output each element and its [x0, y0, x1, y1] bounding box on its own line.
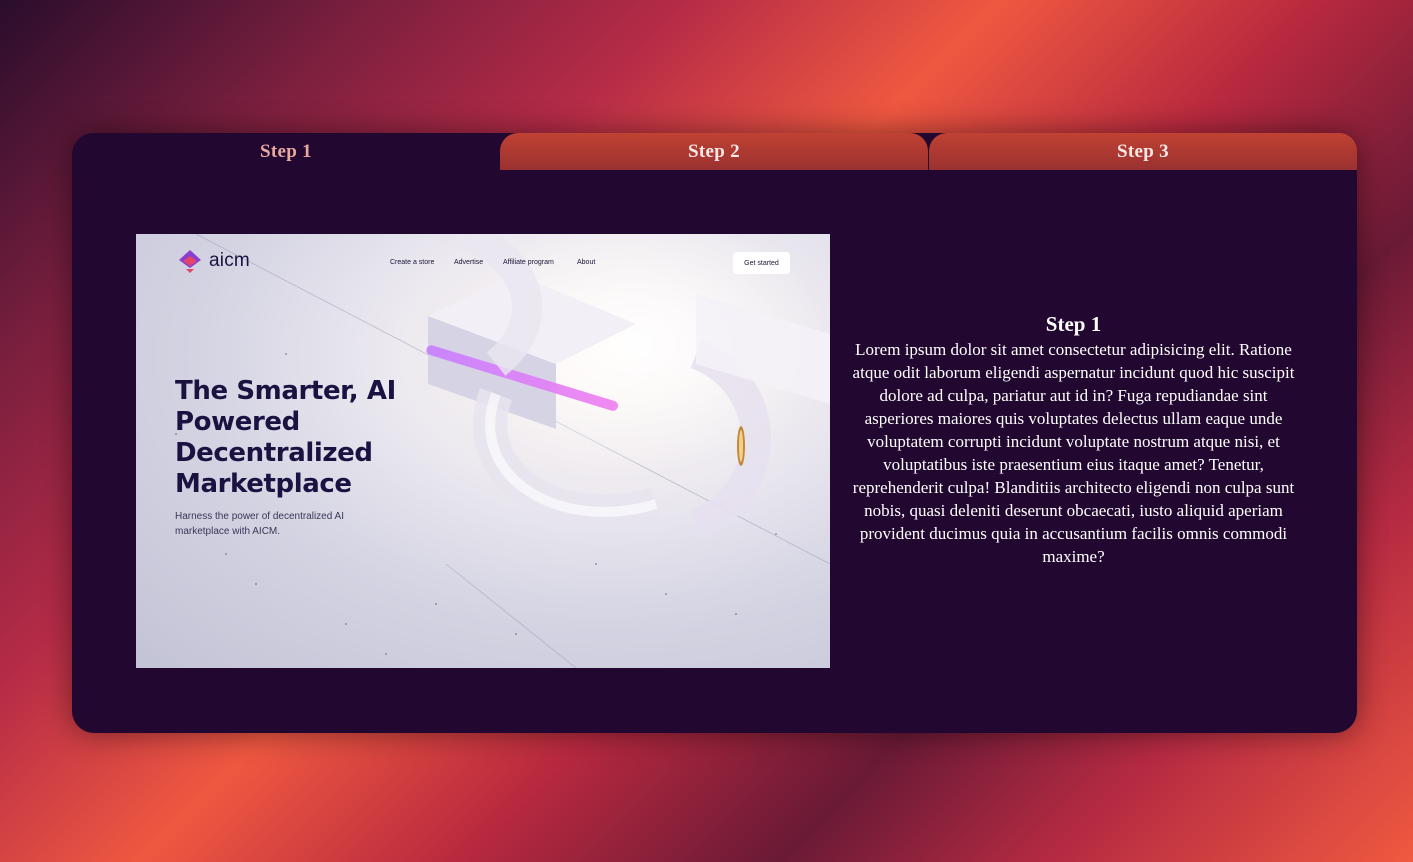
- preview-image: aicm Create a store Advertise Affiliate …: [136, 234, 830, 668]
- preview-logo: aicm: [177, 248, 250, 274]
- tab-bar: Step 1 Step 2 Step 3: [72, 133, 1357, 170]
- step-description: Step 1 Lorem ipsum dolor sit amet consec…: [852, 311, 1295, 568]
- tab-step-1[interactable]: Step 1: [72, 133, 500, 170]
- aicm-logo-icon: [179, 250, 201, 273]
- tab-step-2[interactable]: Step 2: [500, 133, 928, 170]
- step-body: Lorem ipsum dolor sit amet consectetur a…: [852, 340, 1295, 566]
- preview-hero-subtitle: Harness the power of decentralized AI ma…: [175, 511, 344, 537]
- preview-get-started-button: Get started: [733, 252, 790, 274]
- preview-hero-title: The Smarter, AI Powered Decentralized Ma…: [175, 376, 396, 499]
- preview-logo-text: aicm: [209, 250, 250, 271]
- preview-nav-affiliate: Affiliate program: [503, 259, 554, 266]
- step-heading: Step 1: [1045, 312, 1102, 336]
- preview-nav-about: About: [577, 259, 596, 266]
- preview-nav-create-store: Create a store: [390, 259, 435, 266]
- tab-step-3[interactable]: Step 3: [929, 133, 1357, 170]
- preview-nav-advertise: Advertise: [454, 259, 484, 266]
